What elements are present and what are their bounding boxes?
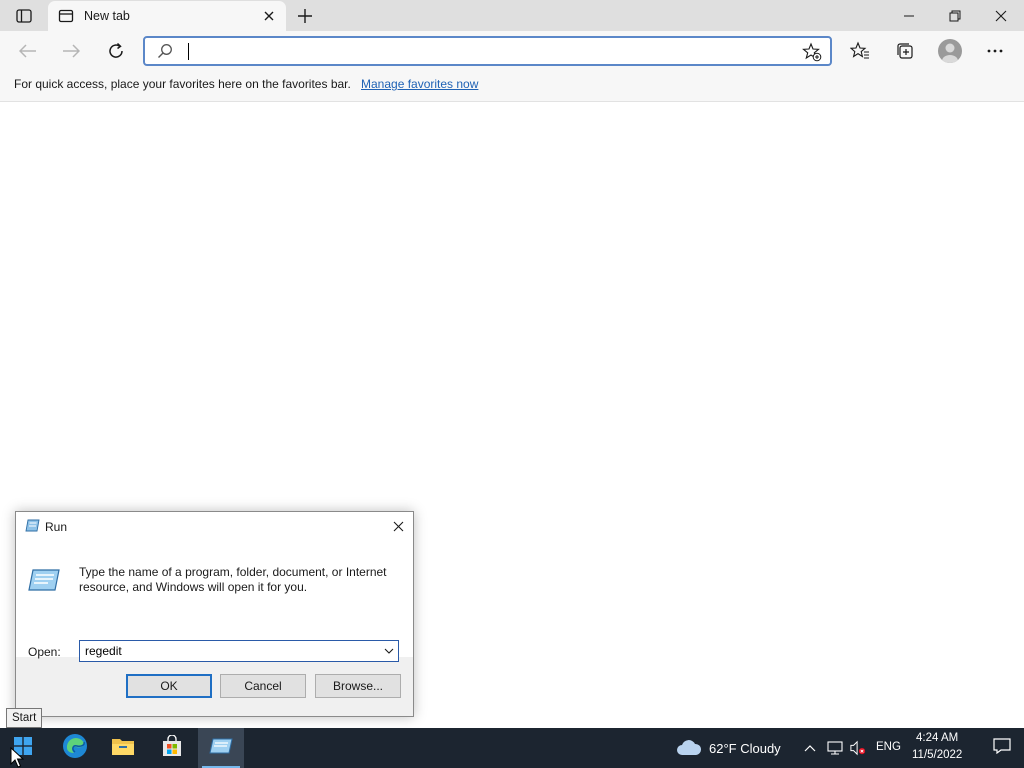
refresh-button[interactable] [104,39,128,63]
tab-title: New tab [84,9,130,23]
favorites-bar-message: For quick access, place your favorites h… [14,77,351,91]
chevron-up-icon[interactable] [802,740,818,756]
open-label: Open: [28,645,61,659]
manage-favorites-link[interactable]: Manage favorites now [361,77,478,91]
forward-button[interactable] [59,39,83,63]
minimize-button[interactable] [886,0,932,31]
mouse-cursor-icon [10,746,25,768]
start-tooltip: Start [6,708,43,728]
open-input[interactable] [85,643,365,659]
clock-date[interactable]: 11/5/2022 [912,749,962,761]
favorites-icon[interactable] [848,39,872,63]
ok-button[interactable]: OK [126,674,212,698]
chevron-down-icon[interactable] [380,641,398,661]
clock-time[interactable]: 4:24 AM [916,732,958,744]
run-icon [209,738,233,759]
tab-new-tab[interactable]: New tab [48,1,286,31]
run-close-button[interactable] [383,512,413,541]
run-titlebar[interactable]: Run [16,512,413,541]
cloud-icon[interactable] [676,740,702,761]
text-caret [188,43,189,60]
restore-button[interactable] [932,0,978,31]
search-icon [157,43,173,64]
edge-taskbar-button[interactable] [52,728,98,768]
language-indicator[interactable]: ENG [876,741,901,753]
taskbar: 62°F Cloudy ENG 4:24 AM 11/5/2022 [0,728,1024,768]
run-program-icon [28,569,60,596]
cancel-button[interactable]: Cancel [220,674,306,698]
run-taskbar-button[interactable] [198,728,244,768]
tab-actions-icon[interactable] [8,4,40,28]
notification-icon [993,737,1011,759]
address-bar[interactable] [143,36,832,66]
profile-avatar-icon[interactable] [938,39,962,63]
browser-titlebar: New tab [0,0,1024,31]
run-title: Run [45,520,68,534]
close-window-button[interactable] [978,0,1024,31]
store-taskbar-button[interactable] [149,728,195,768]
open-combobox[interactable] [79,640,399,662]
address-input[interactable] [187,41,747,61]
notifications-button[interactable] [980,728,1024,768]
file-explorer-taskbar-button[interactable] [100,728,146,768]
weather-text[interactable]: 62°F Cloudy [709,741,781,756]
run-title-icon [25,519,40,537]
new-tab-favicon-icon [58,8,74,24]
run-dialog: Run Type the name of a program, folder, … [15,511,414,717]
back-button[interactable] [16,39,40,63]
tab-close-icon[interactable] [262,9,276,23]
run-body: Type the name of a program, folder, docu… [16,541,413,662]
more-options-icon[interactable] [983,39,1007,63]
collections-icon[interactable] [893,39,917,63]
browser-toolbar [0,31,1024,71]
volume-muted-icon[interactable] [850,740,866,756]
favorites-bar: For quick access, place your favorites h… [0,71,1024,102]
new-tab-button[interactable] [294,6,316,26]
run-description: Type the name of a program, folder, docu… [79,565,387,594]
browse-button[interactable]: Browse... [315,674,401,698]
store-icon [161,733,183,762]
network-icon[interactable] [827,740,843,756]
add-favorite-icon[interactable] [802,42,822,67]
file-explorer-icon [111,736,135,761]
edge-icon [62,733,88,764]
